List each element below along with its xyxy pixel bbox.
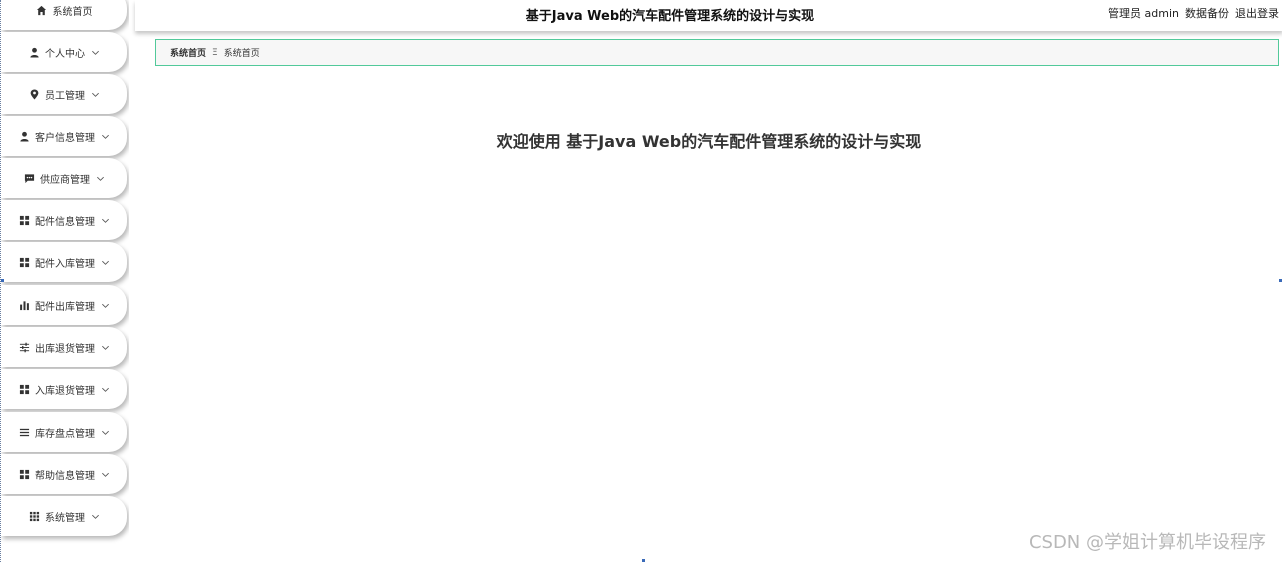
chevron-down-icon bbox=[101, 258, 110, 267]
home-icon bbox=[36, 4, 48, 16]
chevron-down-icon bbox=[91, 48, 100, 57]
person-icon bbox=[18, 130, 30, 142]
sidebar-item-label: 个人中心 bbox=[45, 48, 85, 60]
chevron-down-icon bbox=[101, 385, 110, 394]
resize-handle bbox=[1, 279, 4, 282]
chevron-down-icon bbox=[101, 216, 110, 225]
list-icon bbox=[18, 426, 30, 438]
sidebar-item-label: 系统管理 bbox=[45, 512, 85, 524]
sidebar-item-label: 配件出库管理 bbox=[35, 301, 95, 313]
chevron-down-icon bbox=[101, 301, 110, 310]
sidebar-item-label: 配件信息管理 bbox=[35, 216, 95, 228]
watermark: CSDN @学姐计算机毕设程序 bbox=[1028, 532, 1266, 553]
sliders-icon bbox=[18, 341, 30, 353]
welcome-heading: 欢迎使用 基于Java Web的汽车配件管理系统的设计与实现 bbox=[496, 132, 922, 151]
sidebar-item-staff[interactable]: 员工管理 bbox=[1, 74, 127, 114]
header-user-area: 管理员 admin 数据备份 退出登录 bbox=[1108, 5, 1279, 21]
sidebar-item-inventory[interactable]: 库存盘点管理 bbox=[1, 412, 127, 452]
sidebar-item-label: 配件入库管理 bbox=[35, 258, 95, 270]
chevron-down-icon bbox=[101, 428, 110, 437]
grid-icon bbox=[18, 214, 30, 226]
sidebar-item-out-returns[interactable]: 出库退货管理 bbox=[1, 327, 127, 367]
sidebar-item-help[interactable]: 帮助信息管理 bbox=[1, 454, 127, 494]
sidebar-item-stock-out[interactable]: 配件出库管理 bbox=[1, 285, 127, 325]
user-label: 管理员 admin bbox=[1108, 7, 1179, 20]
grid-icon bbox=[18, 383, 30, 395]
pin-icon bbox=[28, 88, 40, 100]
sidebar-item-label: 帮助信息管理 bbox=[35, 470, 95, 482]
sidebar-item-parts[interactable]: 配件信息管理 bbox=[1, 200, 127, 240]
sidebar-item-in-returns[interactable]: 入库退货管理 bbox=[1, 369, 127, 409]
top-header: 基于Java Web的汽车配件管理系统的设计与实现 管理员 admin 数据备份… bbox=[135, 0, 1282, 31]
breadcrumb-separator: Ξ bbox=[212, 47, 218, 58]
chevron-down-icon bbox=[101, 132, 110, 141]
sidebar-item-stock-in[interactable]: 配件入库管理 bbox=[1, 242, 127, 282]
grid-icon bbox=[18, 468, 30, 480]
message-icon bbox=[23, 172, 35, 184]
chevron-down-icon bbox=[91, 90, 100, 99]
sidebar-item-label: 出库退货管理 bbox=[35, 343, 95, 355]
chevron-down-icon bbox=[101, 343, 110, 352]
sidebar-item-customers[interactable]: 客户信息管理 bbox=[1, 116, 127, 156]
apps-icon bbox=[28, 510, 40, 522]
breadcrumb-current: 系统首页 bbox=[223, 49, 260, 59]
person-icon bbox=[28, 46, 40, 58]
sidebar-item-label: 库存盘点管理 bbox=[35, 428, 95, 440]
backup-link[interactable]: 数据备份 bbox=[1185, 5, 1229, 21]
breadcrumb-home-link[interactable]: 系统首页 bbox=[170, 46, 206, 59]
sidebar-item-label: 入库退货管理 bbox=[35, 385, 95, 397]
chevron-down-icon bbox=[96, 174, 105, 183]
sidebar-item-system[interactable]: 系统管理 bbox=[1, 496, 127, 536]
app-title: 基于Java Web的汽车配件管理系统的设计与实现 bbox=[525, 9, 815, 24]
sidebar-item-profile[interactable]: 个人中心 bbox=[1, 32, 127, 72]
chevron-down-icon bbox=[91, 512, 100, 521]
logout-link[interactable]: 退出登录 bbox=[1235, 5, 1279, 21]
breadcrumb: 系统首页 Ξ 系统首页 bbox=[155, 39, 1279, 66]
sidebar-item-label: 员工管理 bbox=[45, 90, 85, 102]
sidebar-item-label: 客户信息管理 bbox=[35, 132, 95, 144]
sidebar-item-suppliers[interactable]: 供应商管理 bbox=[1, 158, 127, 198]
app-window: 系统首页 个人中心 员工管理 客户信息管理 供应商管理 配件信息管理 配件入库管… bbox=[0, 0, 1282, 562]
sidebar-item-label: 供应商管理 bbox=[40, 174, 90, 186]
bar-chart-icon bbox=[18, 299, 30, 311]
chevron-down-icon bbox=[101, 470, 110, 479]
sidebar-item-home[interactable]: 系统首页 bbox=[1, 0, 127, 30]
sidebar: 系统首页 个人中心 员工管理 客户信息管理 供应商管理 配件信息管理 配件入库管… bbox=[1, 0, 129, 562]
grid-icon bbox=[18, 256, 30, 268]
sidebar-item-label: 系统首页 bbox=[52, 6, 93, 18]
